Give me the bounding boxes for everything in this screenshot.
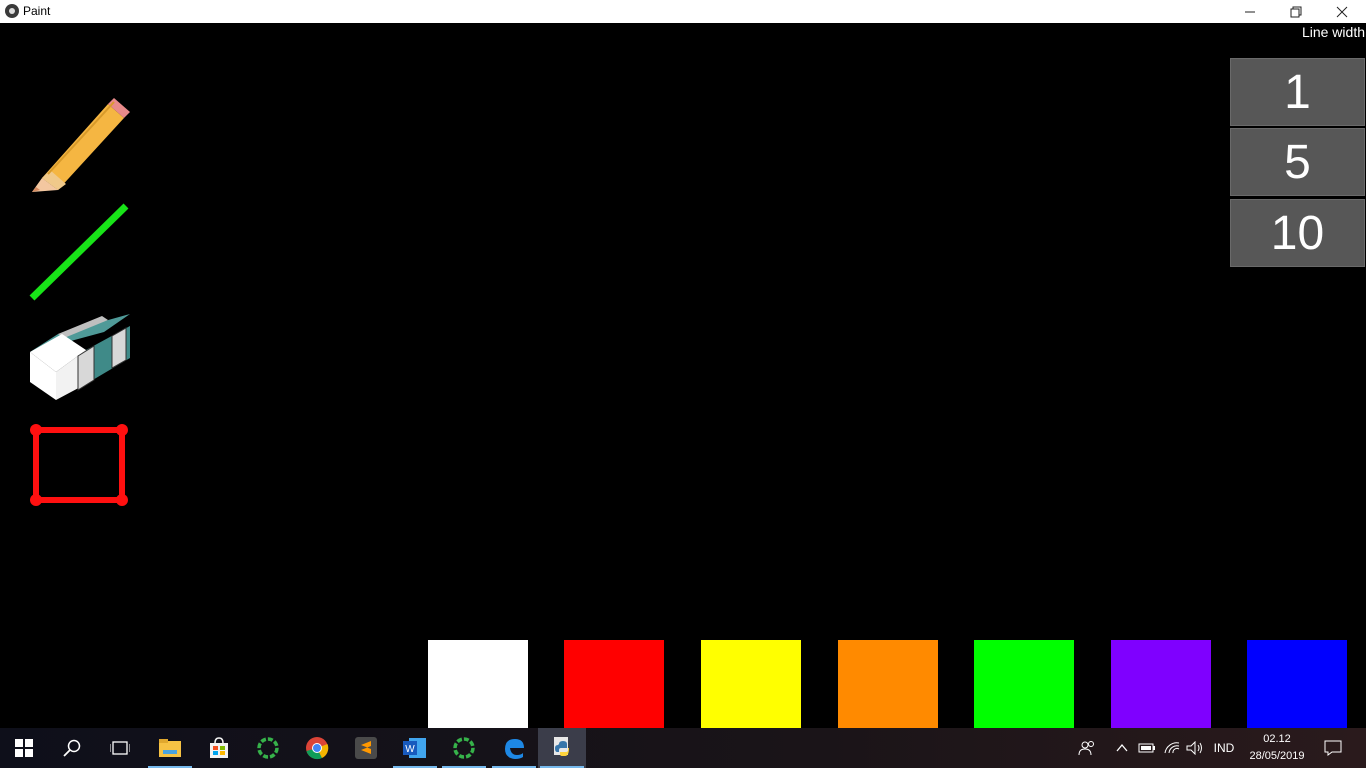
clock-time: 02.12: [1263, 733, 1291, 745]
taskbar-sublime[interactable]: [342, 728, 390, 768]
rectangle-tool-button[interactable]: [28, 420, 130, 522]
people-icon: [1078, 741, 1094, 756]
restore-icon: [1290, 6, 1302, 17]
search-icon: [63, 739, 81, 757]
line-icon: [29, 203, 129, 301]
close-icon: [1336, 6, 1348, 17]
taskbar-edge[interactable]: [490, 728, 538, 768]
line-width-label: Line width: [1301, 24, 1365, 40]
task-view-button[interactable]: [96, 728, 144, 768]
taskbar-app-2[interactable]: [440, 728, 488, 768]
eraser-tool-button[interactable]: [28, 312, 130, 414]
taskbar-store[interactable]: [195, 728, 243, 768]
battery-icon: [1138, 743, 1155, 753]
color-swatch-yellow[interactable]: [701, 640, 801, 728]
chevron-up-icon: [1116, 743, 1128, 752]
network-button[interactable]: [1160, 728, 1184, 768]
taskbar-word[interactable]: W: [391, 728, 439, 768]
line-tool-button[interactable]: [28, 200, 130, 302]
color-swatch-orange[interactable]: [838, 640, 938, 728]
taskbar-app-1[interactable]: [244, 728, 292, 768]
people-button[interactable]: [1074, 728, 1100, 768]
ring-icon: [257, 737, 279, 759]
minimize-button[interactable]: [1227, 0, 1273, 23]
color-swatch-blue[interactable]: [1247, 640, 1347, 728]
sublime-text-icon: [355, 737, 377, 759]
store-icon: [210, 737, 228, 758]
pencil-icon: [32, 98, 130, 192]
drawing-canvas[interactable]: [0, 23, 1366, 728]
volume-button[interactable]: [1184, 728, 1206, 768]
line-width-1-button[interactable]: 1: [1230, 58, 1365, 126]
action-center-button[interactable]: [1318, 728, 1348, 768]
color-swatch-green[interactable]: [974, 640, 1074, 728]
color-swatch-red[interactable]: [564, 640, 664, 728]
word-icon: W: [403, 738, 426, 758]
eraser-icon: [30, 314, 130, 400]
minimize-icon: [1245, 11, 1255, 12]
line-width-10-button[interactable]: 10: [1230, 199, 1365, 267]
close-button[interactable]: [1319, 0, 1365, 23]
clock-date: 28/05/2019: [1249, 750, 1305, 762]
clock[interactable]: 02.12 28/05/2019: [1244, 731, 1310, 765]
wifi-icon: [1164, 742, 1180, 754]
edge-icon: [505, 739, 524, 759]
svg-text:W: W: [405, 744, 415, 755]
line-width-5-button[interactable]: 5: [1230, 128, 1365, 196]
speaker-icon: [1186, 741, 1202, 755]
window-title: Paint: [23, 4, 51, 18]
input-language[interactable]: IND: [1208, 728, 1240, 768]
app-icon: [5, 4, 19, 18]
start-button[interactable]: [0, 728, 48, 768]
taskbar-python-app[interactable]: [538, 728, 586, 768]
color-swatch-white[interactable]: [428, 640, 528, 728]
chrome-icon: [306, 737, 329, 760]
python-icon: [554, 737, 569, 756]
rectangle-icon: [30, 424, 128, 506]
notification-icon: [1324, 740, 1342, 756]
task-view-icon: [110, 741, 130, 755]
restore-button[interactable]: [1273, 0, 1319, 23]
battery-button[interactable]: [1136, 728, 1158, 768]
color-swatch-purple[interactable]: [1111, 640, 1211, 728]
taskbar-chrome[interactable]: [293, 728, 341, 768]
search-button[interactable]: [48, 728, 96, 768]
title-bar: Paint: [0, 0, 1366, 23]
show-hidden-icons-button[interactable]: [1112, 728, 1132, 768]
taskbar-file-explorer[interactable]: [146, 728, 194, 768]
pencil-tool-button[interactable]: [28, 92, 130, 194]
windows-icon: [15, 739, 33, 757]
folder-icon: [159, 739, 181, 757]
taskbar: W IND 02.12 28/05/2019: [0, 728, 1366, 768]
ring-icon: [453, 737, 475, 759]
